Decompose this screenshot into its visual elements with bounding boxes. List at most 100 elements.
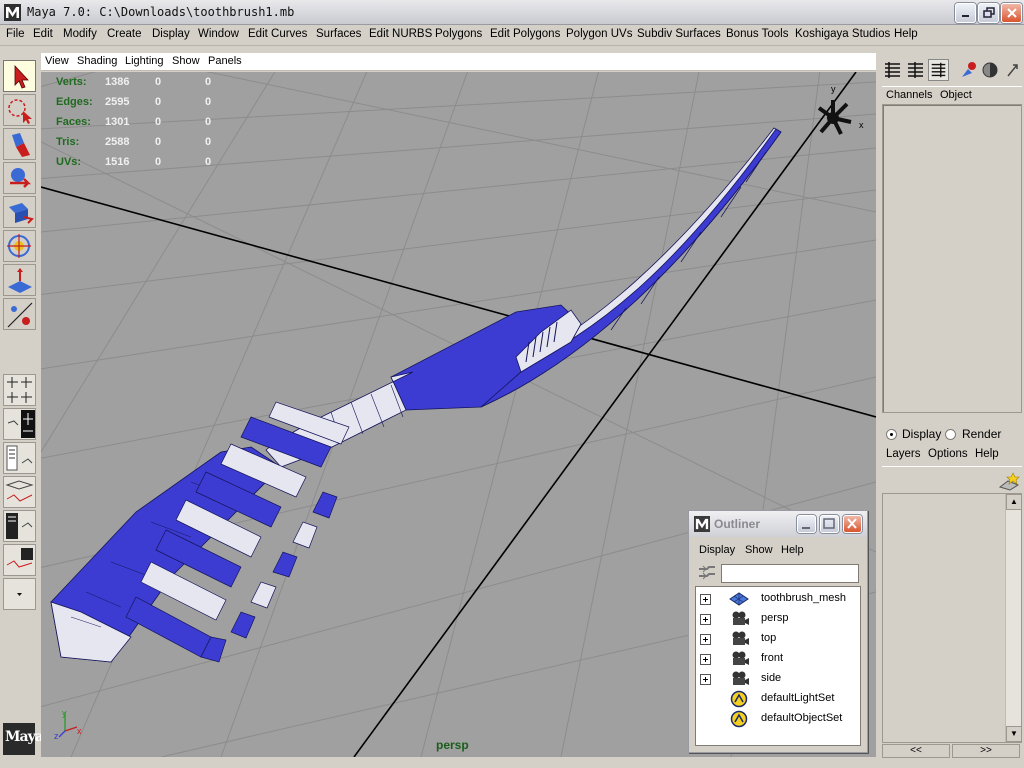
layer-editor-menubar: Layers Options Help [882,446,1022,466]
layout-persp-outliner-button[interactable] [3,544,36,576]
window-title: Maya 7.0: C:\Downloads\toothbrush1.mb [27,5,295,19]
outliner-menubar: Display Show Help [695,542,863,560]
channels-menu-channels[interactable]: Channels [886,89,932,101]
title-bar: Maya 7.0: C:\Downloads\toothbrush1.mb [0,0,1024,25]
expand-toggle[interactable] [700,594,711,605]
show-hide-arrow-icon[interactable] [1002,59,1023,81]
menu-file[interactable]: File [6,28,25,40]
layout-outliner-persp-button[interactable] [3,442,36,474]
filter-icon[interactable] [697,564,717,583]
hud-uvs-label: UVs: [56,156,82,168]
menu-bonus-tools[interactable]: Bonus Tools [726,28,788,40]
menu-edit[interactable]: Edit [33,28,53,40]
create-layer-icon[interactable] [998,469,1020,491]
outliner-title: Outliner [714,517,761,531]
outliner-title-bar[interactable]: Outliner [689,511,867,537]
expand-toggle[interactable] [700,654,711,665]
menu-koshigaya-studios[interactable]: Koshigaya Studios [795,28,890,40]
outliner-maximize-button[interactable] [820,515,839,533]
outliner-item[interactable]: top [696,629,860,649]
channel-box-panel[interactable] [882,104,1022,413]
panel-menu-panels[interactable]: Panels [208,55,242,67]
menu-create[interactable]: Create [107,28,142,40]
camera-icon [732,671,749,685]
layers-menu-layers[interactable]: Layers [886,448,921,460]
scroll-up-arrow-icon[interactable]: ▲ [1006,494,1022,510]
menu-polygon-uvs[interactable]: Polygon UVs [566,28,632,40]
select-tool-button[interactable] [3,60,36,92]
menu-edit-curves[interactable]: Edit Curves [248,28,307,40]
rotate-tool-button[interactable] [3,196,36,228]
scale-tool-button[interactable] [3,230,36,262]
layout-single-button[interactable] [3,374,36,406]
menu-display[interactable]: Display [152,28,190,40]
lasso-tool-button[interactable] [3,94,36,126]
maya-app-icon[interactable] [4,4,21,21]
maximize-icon [823,518,835,529]
menu-modify[interactable]: Modify [63,28,97,40]
outliner-menu-help[interactable]: Help [781,544,804,556]
expand-right-button[interactable]: >> [952,744,1020,758]
menu-help[interactable]: Help [894,28,918,40]
expand-toggle[interactable] [700,614,711,625]
move-tool-button[interactable] [3,162,36,194]
minimize-button[interactable] [955,3,976,23]
layout-persp-graph-button[interactable] [3,476,36,508]
menu-polygons[interactable]: Polygons [435,28,482,40]
menu-edit-nurbs[interactable]: Edit NURBS [369,28,432,40]
render-mode-radio[interactable] [945,429,956,440]
outliner-menu-display[interactable]: Display [699,544,735,556]
channel-layer-layout-icon[interactable] [928,59,949,81]
attribute-editor-layout-icon[interactable] [905,59,926,81]
scroll-down-arrow-icon[interactable]: ▼ [1006,726,1022,742]
layers-menu-options[interactable]: Options [928,448,968,460]
outliner-menu-show[interactable]: Show [745,544,773,556]
layout-outliner-icon [6,445,33,471]
panel-menu-lighting[interactable]: Lighting [125,55,164,67]
tool-settings-icon[interactable] [958,59,979,81]
minimize-icon [802,527,810,529]
close-icon [1006,8,1017,18]
menu-surfaces[interactable]: Surfaces [316,28,361,40]
lasso-icon [8,99,32,124]
collapse-left-button[interactable]: << [882,744,950,758]
paint-select-tool-button[interactable] [3,128,36,160]
close-button[interactable] [1001,3,1022,23]
menu-window[interactable]: Window [198,28,239,40]
panel-menu-show[interactable]: Show [172,55,200,67]
channel-box-layout-icon[interactable] [882,59,903,81]
last-tool-button[interactable] [3,298,36,330]
channels-menu-object[interactable]: Object [940,89,972,101]
expand-toggle[interactable] [700,674,711,685]
restore-icon [982,7,995,18]
layer-list-scrollbar[interactable]: ▲ ▼ [1005,494,1022,742]
display-mode-radio[interactable] [886,429,897,440]
layout-options-dropdown[interactable] [3,578,36,610]
camera-icon [732,631,749,645]
layout-hypershade-button[interactable] [3,510,36,542]
outliner-item[interactable]: toothbrush_mesh [696,589,860,609]
layers-menu-help[interactable]: Help [975,448,999,460]
outliner-item[interactable]: side [696,669,860,689]
outliner-item[interactable]: defaultObjectSet [696,709,860,729]
outliner-item[interactable]: defaultLightSet [696,689,860,709]
layout-four-panes-button[interactable] [3,408,36,440]
panel-menu-shading[interactable]: Shading [77,55,117,67]
menu-subdiv-surfaces[interactable]: Subdiv Surfaces [637,28,721,40]
outliner-filter-input[interactable] [721,564,859,583]
outliner-item-list[interactable]: toothbrush_mesh persp top front side def… [695,586,861,746]
outliner-close-button[interactable] [843,515,862,533]
expand-toggle[interactable] [700,634,711,645]
restore-button[interactable] [978,3,999,23]
panel-menu-view[interactable]: View [45,55,69,67]
render-sphere-icon[interactable] [980,59,1001,81]
outliner-item-name: front [761,652,784,664]
channel-layout-toolbar [880,55,1024,85]
menu-edit-polygons[interactable]: Edit Polygons [490,28,560,40]
outliner-item[interactable]: front [696,649,860,669]
manipulator-tool-button[interactable] [3,264,36,296]
outliner-item[interactable]: persp [696,609,860,629]
layer-list-panel[interactable]: ▲ ▼ [882,493,1022,743]
outliner-minimize-button[interactable] [797,515,816,533]
hud-faces-label: Faces: [56,116,91,128]
